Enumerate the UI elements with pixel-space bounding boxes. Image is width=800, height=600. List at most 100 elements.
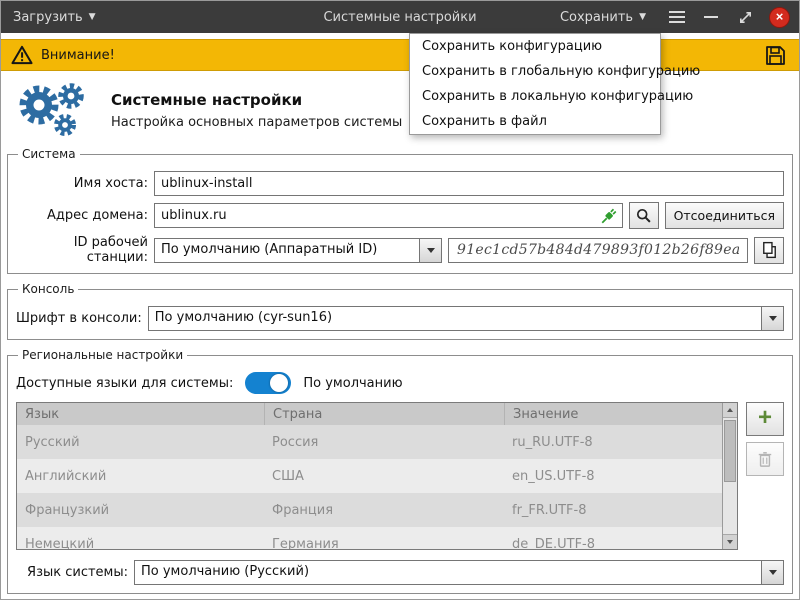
table-action-buttons: + bbox=[738, 402, 784, 476]
table-scrollbar[interactable] bbox=[722, 403, 737, 549]
domain-input-wrap bbox=[154, 203, 623, 228]
column-header-value[interactable]: Значение bbox=[504, 403, 722, 425]
titlebar: Загрузить ▼ Системные настройки Сохранит… bbox=[1, 1, 799, 33]
toggle-state-label: По умолчанию bbox=[303, 376, 402, 391]
warning-text: Внимание! bbox=[41, 48, 115, 63]
column-header-language[interactable]: Язык bbox=[17, 403, 264, 425]
delete-language-button[interactable] bbox=[746, 442, 784, 476]
save-menu-item[interactable]: Сохранить в глобальную конфигурацию bbox=[410, 59, 660, 84]
save-menu-label: Сохранить bbox=[560, 10, 633, 25]
hamburger-menu-button[interactable] bbox=[662, 1, 692, 33]
save-menu-item[interactable]: Сохранить в локальную конфигурацию bbox=[410, 84, 660, 109]
domain-label: Адрес домена: bbox=[16, 208, 148, 223]
load-menu-button[interactable]: Загрузить ▼ bbox=[1, 1, 108, 33]
chevron-up-icon bbox=[727, 408, 733, 412]
chevron-down-icon bbox=[427, 248, 435, 253]
domain-input[interactable] bbox=[154, 203, 623, 228]
system-language-label: Язык системы: bbox=[16, 565, 128, 580]
scroll-up-button[interactable] bbox=[723, 403, 737, 418]
page-header: Системные настройки Настройка основных п… bbox=[1, 71, 799, 147]
hostname-row: Имя хоста: bbox=[16, 171, 784, 196]
table-row[interactable]: Английский США en_US.UTF-8 bbox=[17, 459, 722, 493]
hostname-input[interactable] bbox=[154, 171, 784, 196]
station-id-value-field[interactable] bbox=[448, 238, 748, 263]
chevron-down-icon: ▼ bbox=[639, 12, 646, 22]
plus-icon: + bbox=[758, 406, 772, 430]
connected-plug-icon bbox=[600, 207, 618, 225]
hamburger-icon bbox=[669, 16, 685, 18]
hostname-label: Имя хоста: bbox=[16, 176, 148, 191]
station-id-row: ID рабочей станции: По умолчанию (Аппара… bbox=[16, 235, 784, 265]
save-menu-item[interactable]: Сохранить в файл bbox=[410, 109, 660, 134]
console-legend: Консоль bbox=[18, 282, 78, 296]
console-font-row: Шрифт в консоли: По умолчанию (cyr-sun16… bbox=[16, 306, 784, 331]
page-subtitle: Настройка основных параметров системы bbox=[111, 115, 402, 130]
default-languages-toggle[interactable] bbox=[245, 372, 291, 394]
system-section: Система Имя хоста: Адрес домена: bbox=[7, 147, 793, 274]
cell-value: fr_FR.UTF-8 bbox=[504, 503, 722, 518]
copy-icon bbox=[761, 241, 778, 259]
trash-icon bbox=[757, 450, 773, 468]
close-button[interactable]: × bbox=[769, 7, 790, 28]
console-section: Консоль Шрифт в консоли: По умолчанию (c… bbox=[7, 282, 793, 340]
dropdown-arrow-button[interactable] bbox=[761, 307, 783, 330]
disconnect-button[interactable]: Отсоединиться bbox=[665, 202, 784, 229]
chevron-down-icon bbox=[769, 316, 777, 321]
languages-table-main: Язык Страна Значение Русский Россия ru_R… bbox=[17, 403, 722, 549]
cell-country: Россия bbox=[264, 435, 504, 450]
dropdown-arrow-button[interactable] bbox=[761, 561, 783, 584]
minimize-button[interactable] bbox=[696, 1, 726, 33]
save-to-file-button[interactable] bbox=[761, 41, 789, 69]
save-menu: Сохранить конфигурациюСохранить в глобал… bbox=[409, 33, 661, 135]
column-header-country[interactable]: Страна bbox=[264, 403, 504, 425]
station-id-mode-value: По умолчанию (Аппаратный ID) bbox=[155, 239, 419, 262]
cell-value: ru_RU.UTF-8 bbox=[504, 435, 722, 450]
domain-row: Адрес домена: Отсоединиться bbox=[16, 202, 784, 229]
scroll-down-button[interactable] bbox=[723, 534, 737, 549]
expand-icon bbox=[738, 10, 753, 25]
cell-country: Франция bbox=[264, 503, 504, 518]
regional-section: Региональные настройки Доступные языки д… bbox=[7, 348, 793, 594]
available-languages-label: Доступные языки для системы: bbox=[16, 376, 233, 391]
cell-country: США bbox=[264, 469, 504, 484]
chevron-down-icon bbox=[727, 540, 733, 544]
cell-value: en_US.UTF-8 bbox=[504, 469, 722, 484]
add-language-button[interactable]: + bbox=[746, 402, 784, 436]
search-icon bbox=[635, 207, 652, 224]
languages-table: Язык Страна Значение Русский Россия ru_R… bbox=[16, 402, 738, 550]
table-row[interactable]: Русский Россия ru_RU.UTF-8 bbox=[17, 425, 722, 459]
languages-table-zone: Язык Страна Значение Русский Россия ru_R… bbox=[16, 402, 784, 550]
app-window: Загрузить ▼ Системные настройки Сохранит… bbox=[0, 0, 800, 600]
cell-value: de_DE.UTF-8 bbox=[504, 537, 722, 550]
scrollbar-track[interactable] bbox=[723, 418, 737, 534]
system-language-select[interactable]: По умолчанию (Русский) bbox=[134, 560, 784, 585]
system-language-value: По умолчанию (Русский) bbox=[135, 561, 761, 584]
scrollbar-thumb[interactable] bbox=[724, 420, 736, 482]
system-legend: Система bbox=[18, 147, 80, 161]
chevron-down-icon: ▼ bbox=[89, 12, 96, 22]
chevron-down-icon bbox=[769, 570, 777, 575]
language-table-body: Русский Россия ru_RU.UTF-8 Английский СШ… bbox=[17, 425, 722, 549]
system-language-row: Язык системы: По умолчанию (Русский) bbox=[16, 560, 784, 585]
cell-language: Русский bbox=[17, 435, 264, 450]
save-menu-item[interactable]: Сохранить конфигурацию bbox=[410, 34, 660, 59]
load-menu-label: Загрузить bbox=[13, 10, 83, 25]
cell-language: Английский bbox=[17, 469, 264, 484]
cell-country: Германия bbox=[264, 537, 504, 550]
gears-icon bbox=[13, 79, 91, 141]
station-id-mode-select[interactable]: По умолчанию (Аппаратный ID) bbox=[154, 238, 442, 263]
available-languages-row: Доступные языки для системы: По умолчани… bbox=[16, 372, 784, 394]
search-domain-button[interactable] bbox=[629, 202, 659, 229]
dropdown-arrow-button[interactable] bbox=[419, 239, 441, 262]
copy-id-button[interactable] bbox=[754, 237, 784, 264]
table-row[interactable]: Французкий Франция fr_FR.UTF-8 bbox=[17, 493, 722, 527]
save-menu-button[interactable]: Сохранить ▼ bbox=[548, 1, 658, 33]
cell-language: Французкий bbox=[17, 503, 264, 518]
page-title: Системные настройки bbox=[111, 91, 402, 109]
cell-language: Немецкий bbox=[17, 537, 264, 550]
header-text: Системные настройки Настройка основных п… bbox=[111, 91, 402, 130]
table-row[interactable]: Немецкий Германия de_DE.UTF-8 bbox=[17, 527, 722, 549]
console-font-select[interactable]: По умолчанию (cyr-sun16) bbox=[148, 306, 784, 331]
station-id-label: ID рабочей станции: bbox=[16, 235, 148, 265]
maximize-button[interactable] bbox=[730, 1, 760, 33]
